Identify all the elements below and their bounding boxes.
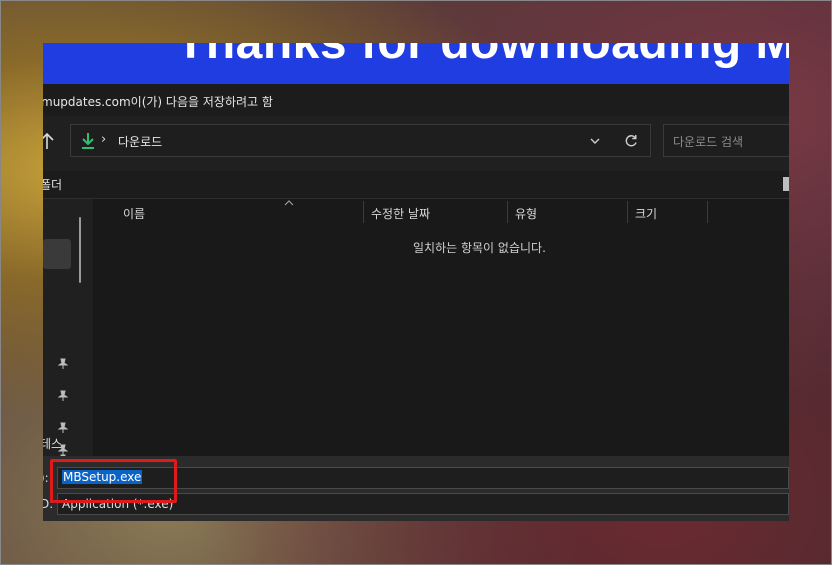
- navigation-pane: [43, 199, 93, 465]
- dialog-titlebar: mupdates.com이(가) 다음을 저장하려고 함: [43, 84, 789, 116]
- pin-icon: [57, 419, 69, 433]
- address-bar[interactable]: › 다운로드: [70, 124, 651, 157]
- navigation-row: › 다운로드 다운로드 검색: [43, 116, 789, 171]
- new-folder-button[interactable]: 폴더: [43, 176, 62, 193]
- banner-heading: Thanks for downloading M: [176, 43, 789, 70]
- download-page-banner: Thanks for downloading M: [43, 43, 789, 84]
- filename-label: ):: [43, 471, 49, 485]
- column-header-name[interactable]: 이름: [123, 205, 145, 222]
- sidebar-selected-item[interactable]: [43, 239, 71, 269]
- pin-icon: [57, 387, 69, 401]
- view-toggle-icon[interactable]: [783, 177, 789, 191]
- pin-icon: [57, 355, 69, 369]
- pin-icon: [57, 441, 69, 455]
- search-input[interactable]: 다운로드 검색: [663, 124, 789, 157]
- download-icon: [80, 132, 96, 150]
- search-placeholder: 다운로드 검색: [673, 135, 744, 149]
- empty-list-message: 일치하는 항목이 없습니다.: [413, 241, 546, 255]
- column-header-type[interactable]: 유형: [515, 205, 537, 222]
- column-divider[interactable]: [707, 201, 708, 223]
- filename-highlight-annotation: [50, 459, 177, 503]
- chevron-down-icon[interactable]: [587, 133, 603, 149]
- column-divider[interactable]: [363, 201, 364, 223]
- column-divider[interactable]: [507, 201, 508, 223]
- file-list[interactable]: 이름 수정한 날짜 유형 크기 일치하는 항목이 없습니다.: [93, 199, 789, 456]
- column-header-size[interactable]: 크기: [635, 205, 657, 222]
- save-as-dialog: Thanks for downloading M mupdates.com이(가…: [43, 43, 789, 521]
- sidebar-scrollbar[interactable]: [79, 217, 81, 283]
- refresh-icon[interactable]: [623, 133, 639, 149]
- column-divider[interactable]: [627, 201, 628, 223]
- column-header-modified[interactable]: 수정한 날짜: [371, 205, 430, 222]
- dialog-title: mupdates.com이(가) 다음을 저장하려고 함: [43, 95, 273, 109]
- command-toolbar: 폴더: [43, 171, 789, 199]
- address-path[interactable]: 다운로드: [118, 133, 162, 150]
- up-arrow-icon[interactable]: [43, 132, 56, 152]
- sort-up-icon: [284, 199, 294, 210]
- chevron-right-icon: ›: [101, 132, 107, 147]
